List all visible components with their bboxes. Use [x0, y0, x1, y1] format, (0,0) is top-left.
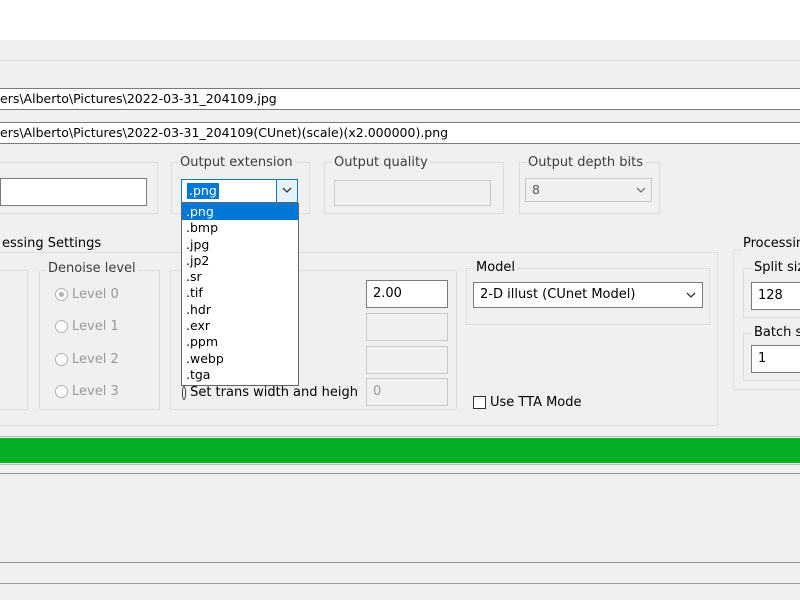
- extension-option[interactable]: .jpg: [182, 237, 298, 253]
- chevron-down-icon: [636, 187, 646, 193]
- log-area[interactable]: [0, 473, 800, 563]
- extension-option[interactable]: .hdr: [182, 302, 298, 318]
- chevron-down-icon: [686, 292, 696, 298]
- extension-option[interactable]: .tga: [182, 367, 298, 383]
- radio-icon: [55, 320, 68, 333]
- denoise-level-0-label: Level 0: [72, 287, 119, 302]
- extension-option[interactable]: .png: [182, 204, 298, 221]
- denoise-level-2-radio[interactable]: Level 2: [55, 352, 119, 367]
- set-trans-label: Set trans width and heigh: [190, 385, 358, 400]
- radio-icon: [55, 353, 68, 366]
- output-extension-dropdown-button[interactable]: [276, 180, 297, 202]
- scale-width-input[interactable]: [366, 313, 448, 341]
- denoise-level-1-label: Level 1: [72, 319, 119, 334]
- extension-option[interactable]: .sr: [182, 269, 298, 285]
- batch-size-legend: Batch si: [752, 325, 800, 340]
- split-size-input[interactable]: 128: [751, 282, 800, 310]
- output-extension-legend: Output extension: [178, 155, 295, 170]
- denoise-level-3-radio[interactable]: Level 3: [55, 384, 119, 399]
- denoise-level-0-radio[interactable]: Level 0: [55, 287, 119, 302]
- output-quality-legend: Output quality: [332, 155, 430, 170]
- conversion-settings-legend: essing Settings: [0, 236, 104, 251]
- input-path-field[interactable]: ers\Alberto\Pictures\2022-03-31_204109.j…: [0, 88, 800, 110]
- tta-label: Use TTA Mode: [490, 395, 582, 410]
- scale-height-input[interactable]: [366, 346, 448, 374]
- model-select[interactable]: 2-D illust (CUnet Model): [473, 282, 703, 308]
- output-extension-dropdown-list: .png .bmp .jpg .jp2 .sr .tif .hdr .exr .ppm .webp…: [181, 203, 299, 386]
- split-size-legend: Split siz: [752, 260, 800, 275]
- denoise-level-1-radio[interactable]: Level 1: [55, 319, 119, 334]
- denoise-level-3-label: Level 3: [72, 384, 119, 399]
- extension-option[interactable]: .ppm: [182, 334, 298, 350]
- radio-icon: [182, 385, 187, 400]
- extension-option[interactable]: .webp: [182, 351, 298, 367]
- output-path-field[interactable]: ers\Alberto\Pictures\2022-03-31_204109(C…: [0, 122, 800, 144]
- scale-ratio-input[interactable]: 2.00: [366, 280, 448, 308]
- tta-checkbox[interactable]: Use TTA Mode: [473, 395, 582, 410]
- model-legend: Model: [474, 260, 518, 275]
- extension-option[interactable]: .jp2: [182, 253, 298, 269]
- left-partial-input[interactable]: [0, 178, 147, 206]
- extension-option[interactable]: .tif: [182, 285, 298, 301]
- batch-size-input[interactable]: 1: [751, 345, 800, 373]
- output-depth-select[interactable]: 8: [525, 178, 652, 202]
- extension-option[interactable]: .exr: [182, 318, 298, 334]
- denoise-level-legend: Denoise level: [46, 261, 138, 276]
- denoise-level-2-label: Level 2: [72, 352, 119, 367]
- output-extension-selected: .png: [187, 183, 219, 199]
- scale-trans-input[interactable]: 0: [366, 378, 448, 406]
- chevron-down-icon: [282, 187, 292, 193]
- output-depth-selected: 8: [532, 182, 540, 197]
- output-extension-select[interactable]: .png: [181, 179, 298, 203]
- radio-checked-icon: [55, 288, 68, 301]
- top-separator: [0, 60, 800, 61]
- left-inner-partial-group: [0, 270, 28, 410]
- radio-icon: [55, 385, 68, 398]
- output-quality-input[interactable]: [334, 180, 491, 206]
- progress-bar-fill: [0, 438, 800, 463]
- extension-option[interactable]: .bmp: [182, 220, 298, 236]
- checkbox-icon: [473, 396, 486, 409]
- processing-legend: Processin: [741, 236, 800, 251]
- output-depth-legend: Output depth bits: [526, 155, 645, 170]
- model-selected: 2-D illust (CUnet Model): [480, 287, 636, 302]
- window-top-band: [0, 0, 800, 40]
- set-trans-radio[interactable]: Set trans width and heigh: [182, 385, 358, 400]
- bottom-separator: [0, 583, 800, 584]
